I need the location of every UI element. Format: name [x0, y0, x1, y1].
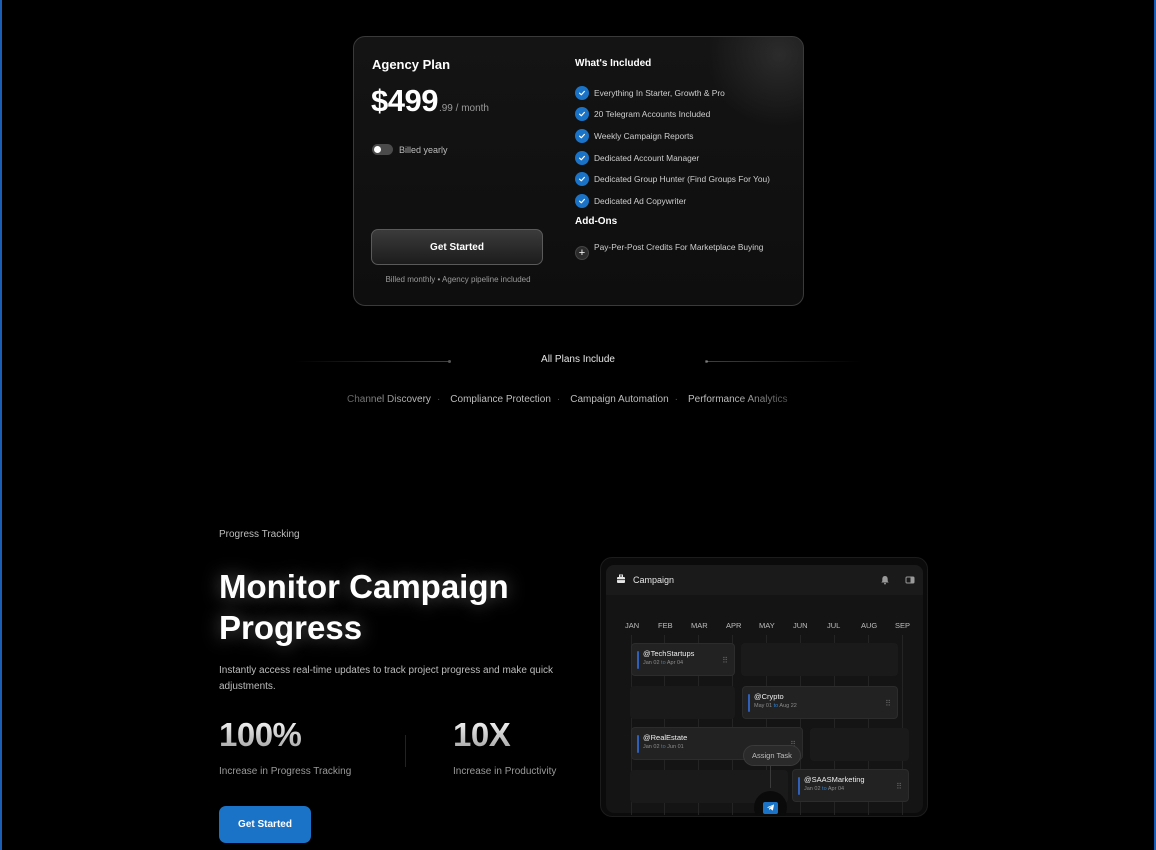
toggle-label: Billed yearly	[399, 144, 448, 155]
all-plans-title: All Plans Include	[541, 354, 615, 365]
get-started-button-card[interactable]: Get Started	[371, 229, 543, 265]
task-dates: Jan 02 to Apr 04	[804, 786, 845, 792]
marquee-item: Compliance Protection	[450, 394, 551, 405]
briefcase-icon	[616, 574, 626, 586]
billing-note: Billed monthly • Agency pipeline include…	[385, 275, 531, 284]
task-name: @SAASMarketing	[804, 775, 865, 784]
feature-item: 20 Telegram Accounts Included	[575, 104, 770, 126]
stat-value: 10X	[453, 716, 556, 754]
feature-item: Weekly Campaign Reports	[575, 125, 770, 147]
campaign-task[interactable]: @Crypto May 01 to Aug 22 ⠿	[742, 686, 898, 719]
check-icon	[575, 107, 589, 122]
drag-handle-icon[interactable]: ⠿	[896, 782, 902, 791]
check-icon	[575, 85, 589, 100]
month-label: MAR	[691, 621, 708, 630]
plus-icon[interactable]: +	[575, 246, 589, 260]
separator-dot: ·	[674, 394, 678, 405]
telegram-button[interactable]	[754, 791, 787, 816]
price-suffix: .99 / month	[438, 103, 489, 114]
separator-dot: ·	[556, 394, 561, 405]
check-icon	[575, 172, 589, 187]
price-main: $499	[371, 83, 438, 118]
task-dates: May 01 to Aug 22	[754, 703, 797, 709]
check-icon	[575, 128, 589, 143]
assign-connector	[770, 766, 771, 788]
check-icon	[575, 150, 589, 165]
month-label: JUL	[827, 621, 841, 630]
feature-list: Everything In Starter, Growth & Pro 20 T…	[575, 82, 770, 212]
feature-label: Dedicated Account Manager	[594, 152, 700, 163]
bell-icon[interactable]	[880, 575, 890, 587]
task-name: @RealEstate	[643, 733, 688, 742]
month-label: APR	[726, 621, 742, 630]
billed-yearly-toggle[interactable]	[372, 144, 393, 155]
timeline-cell	[810, 728, 909, 761]
assign-task-button[interactable]: Assign Task	[743, 745, 801, 766]
campaign-title: Campaign	[633, 575, 675, 585]
feature-item: Everything In Starter, Growth & Pro	[575, 82, 770, 104]
month-label: JAN	[625, 621, 640, 630]
feature-item: Dedicated Group Hunter (Find Groups For …	[575, 168, 770, 190]
timeline-cell	[630, 686, 735, 719]
billing-toggle-row: Billed yearly	[372, 144, 448, 155]
feature-label: Dedicated Ad Copywriter	[594, 195, 687, 206]
drag-handle-icon[interactable]: ⠿	[722, 656, 728, 665]
feature-item: Dedicated Account Manager	[575, 147, 770, 169]
feature-item: Dedicated Ad Copywriter	[575, 190, 770, 212]
section-headline: Monitor Campaign Progress	[219, 568, 509, 646]
stat-productivity: 10X Increase in Productivity	[453, 716, 556, 777]
features-marquee: Channel Discovery · Compliance Protection ·…	[347, 394, 827, 405]
separator-dot: ·	[436, 394, 441, 405]
month-label: FEB	[658, 621, 673, 630]
month-label: AUG	[861, 621, 878, 630]
plan-name: Agency Plan	[372, 57, 451, 72]
task-name: @TechStartups	[643, 649, 695, 658]
month-label: SEP	[895, 621, 911, 630]
month-label: MAY	[759, 621, 775, 630]
campaign-header: Campaign	[606, 565, 923, 595]
check-icon	[575, 193, 589, 208]
feature-label: Everything In Starter, Growth & Pro	[594, 87, 725, 98]
addon-label: Pay-Per-Post Credits For Marketplace Buy…	[594, 242, 764, 252]
addon-item: + Pay-Per-Post Credits For Marketplace B…	[575, 240, 775, 260]
campaign-widget: Campaign JAN FEB MAR APR MAY JUN JUL AUG…	[600, 557, 928, 817]
addons-title: Add-Ons	[575, 216, 618, 227]
stat-label: Increase in Progress Tracking	[219, 766, 352, 777]
stat-divider	[405, 735, 406, 767]
telegram-icon	[763, 801, 778, 814]
section-eyebrow: Progress Tracking	[219, 529, 300, 540]
marquee-item: Performance Analytics	[687, 394, 788, 405]
campaign-panel: Campaign JAN FEB MAR APR MAY JUN JUL AUG…	[606, 565, 923, 816]
header-actions	[880, 575, 915, 587]
panel-icon[interactable]	[905, 575, 915, 587]
marquee-item: Channel Discovery	[347, 394, 431, 405]
pricing-card-agency: Agency Plan $499 .99 / month Billed year…	[353, 36, 804, 306]
section-description: Instantly access real-time updates to tr…	[219, 665, 554, 692]
divider-line-right	[706, 361, 861, 362]
campaign-task[interactable]: @TechStartups Jan 02 to Apr 04 ⠿	[631, 643, 735, 676]
stat-label: Increase in Productivity	[453, 766, 557, 777]
task-dates: Jan 02 to Apr 04	[643, 660, 684, 666]
price: $499 .99 / month	[371, 83, 489, 119]
feature-label: Dedicated Group Hunter (Find Groups For …	[594, 174, 770, 185]
whats-included-title: What's Included	[575, 58, 652, 69]
month-label: JUN	[793, 621, 808, 630]
feature-label: 20 Telegram Accounts Included	[594, 109, 711, 120]
timeline-cell	[741, 643, 898, 676]
task-name: @Crypto	[754, 692, 784, 701]
get-started-button[interactable]: Get Started	[219, 806, 311, 843]
feature-label: Weekly Campaign Reports	[594, 130, 694, 141]
campaign-task[interactable]: @SAASMarketing Jan 02 to Apr 04 ⠿	[792, 769, 909, 802]
marquee-item: Campaign Automation	[570, 394, 669, 405]
stat-progress-tracking: 100% Increase in Progress Tracking	[219, 716, 351, 777]
drag-handle-icon[interactable]: ⠿	[885, 699, 891, 708]
stat-value: 100%	[219, 716, 351, 754]
